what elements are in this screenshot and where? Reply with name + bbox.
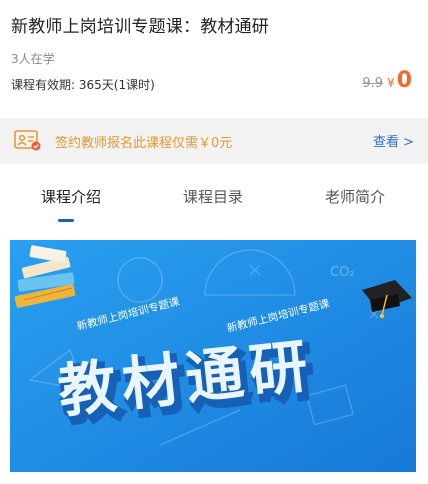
promo-text: 签约教师报名此课程仅需￥0元 [55,136,233,151]
course-validity: 课程有效期: 365天(1课时) [11,78,155,92]
currency-symbol: ¥ [387,76,395,90]
course-tabs: 课程介绍 课程目录 老师简介 [0,164,428,226]
banner-decor-text: CO₂ [330,265,355,280]
tab-teacher-intro[interactable]: 老师简介 [284,186,426,207]
certificate-icon [14,130,41,151]
course-header: 新教师上岗培训专题课：教材通研 3人在学 课程有效期: 365天(1课时) 9.… [0,0,428,118]
learner-count: 3人在学 [11,52,55,66]
active-tab-indicator [58,219,74,222]
original-price: 9.9 [362,76,384,91]
tab-course-catalog[interactable]: 课程目录 [142,186,284,207]
course-banner: CO₂ 新教师上岗培训专题课 新教师上岗培训专题课 教材通研 教材通研 [10,240,416,472]
course-title: 新教师上岗培训专题课：教材通研 [11,17,269,37]
promo-view-link[interactable]: 查看 > [373,131,414,150]
sale-price: 0 [396,68,412,93]
banner-image: CO₂ 新教师上岗培训专题课 新教师上岗培训专题课 教材通研 教材通研 [10,240,416,472]
tab-course-intro[interactable]: 课程介绍 [0,186,142,207]
promo-bar[interactable]: 签约教师报名此课程仅需￥0元 查看 > [0,118,428,164]
price-group: 9.9 ¥ 0 [362,68,412,93]
